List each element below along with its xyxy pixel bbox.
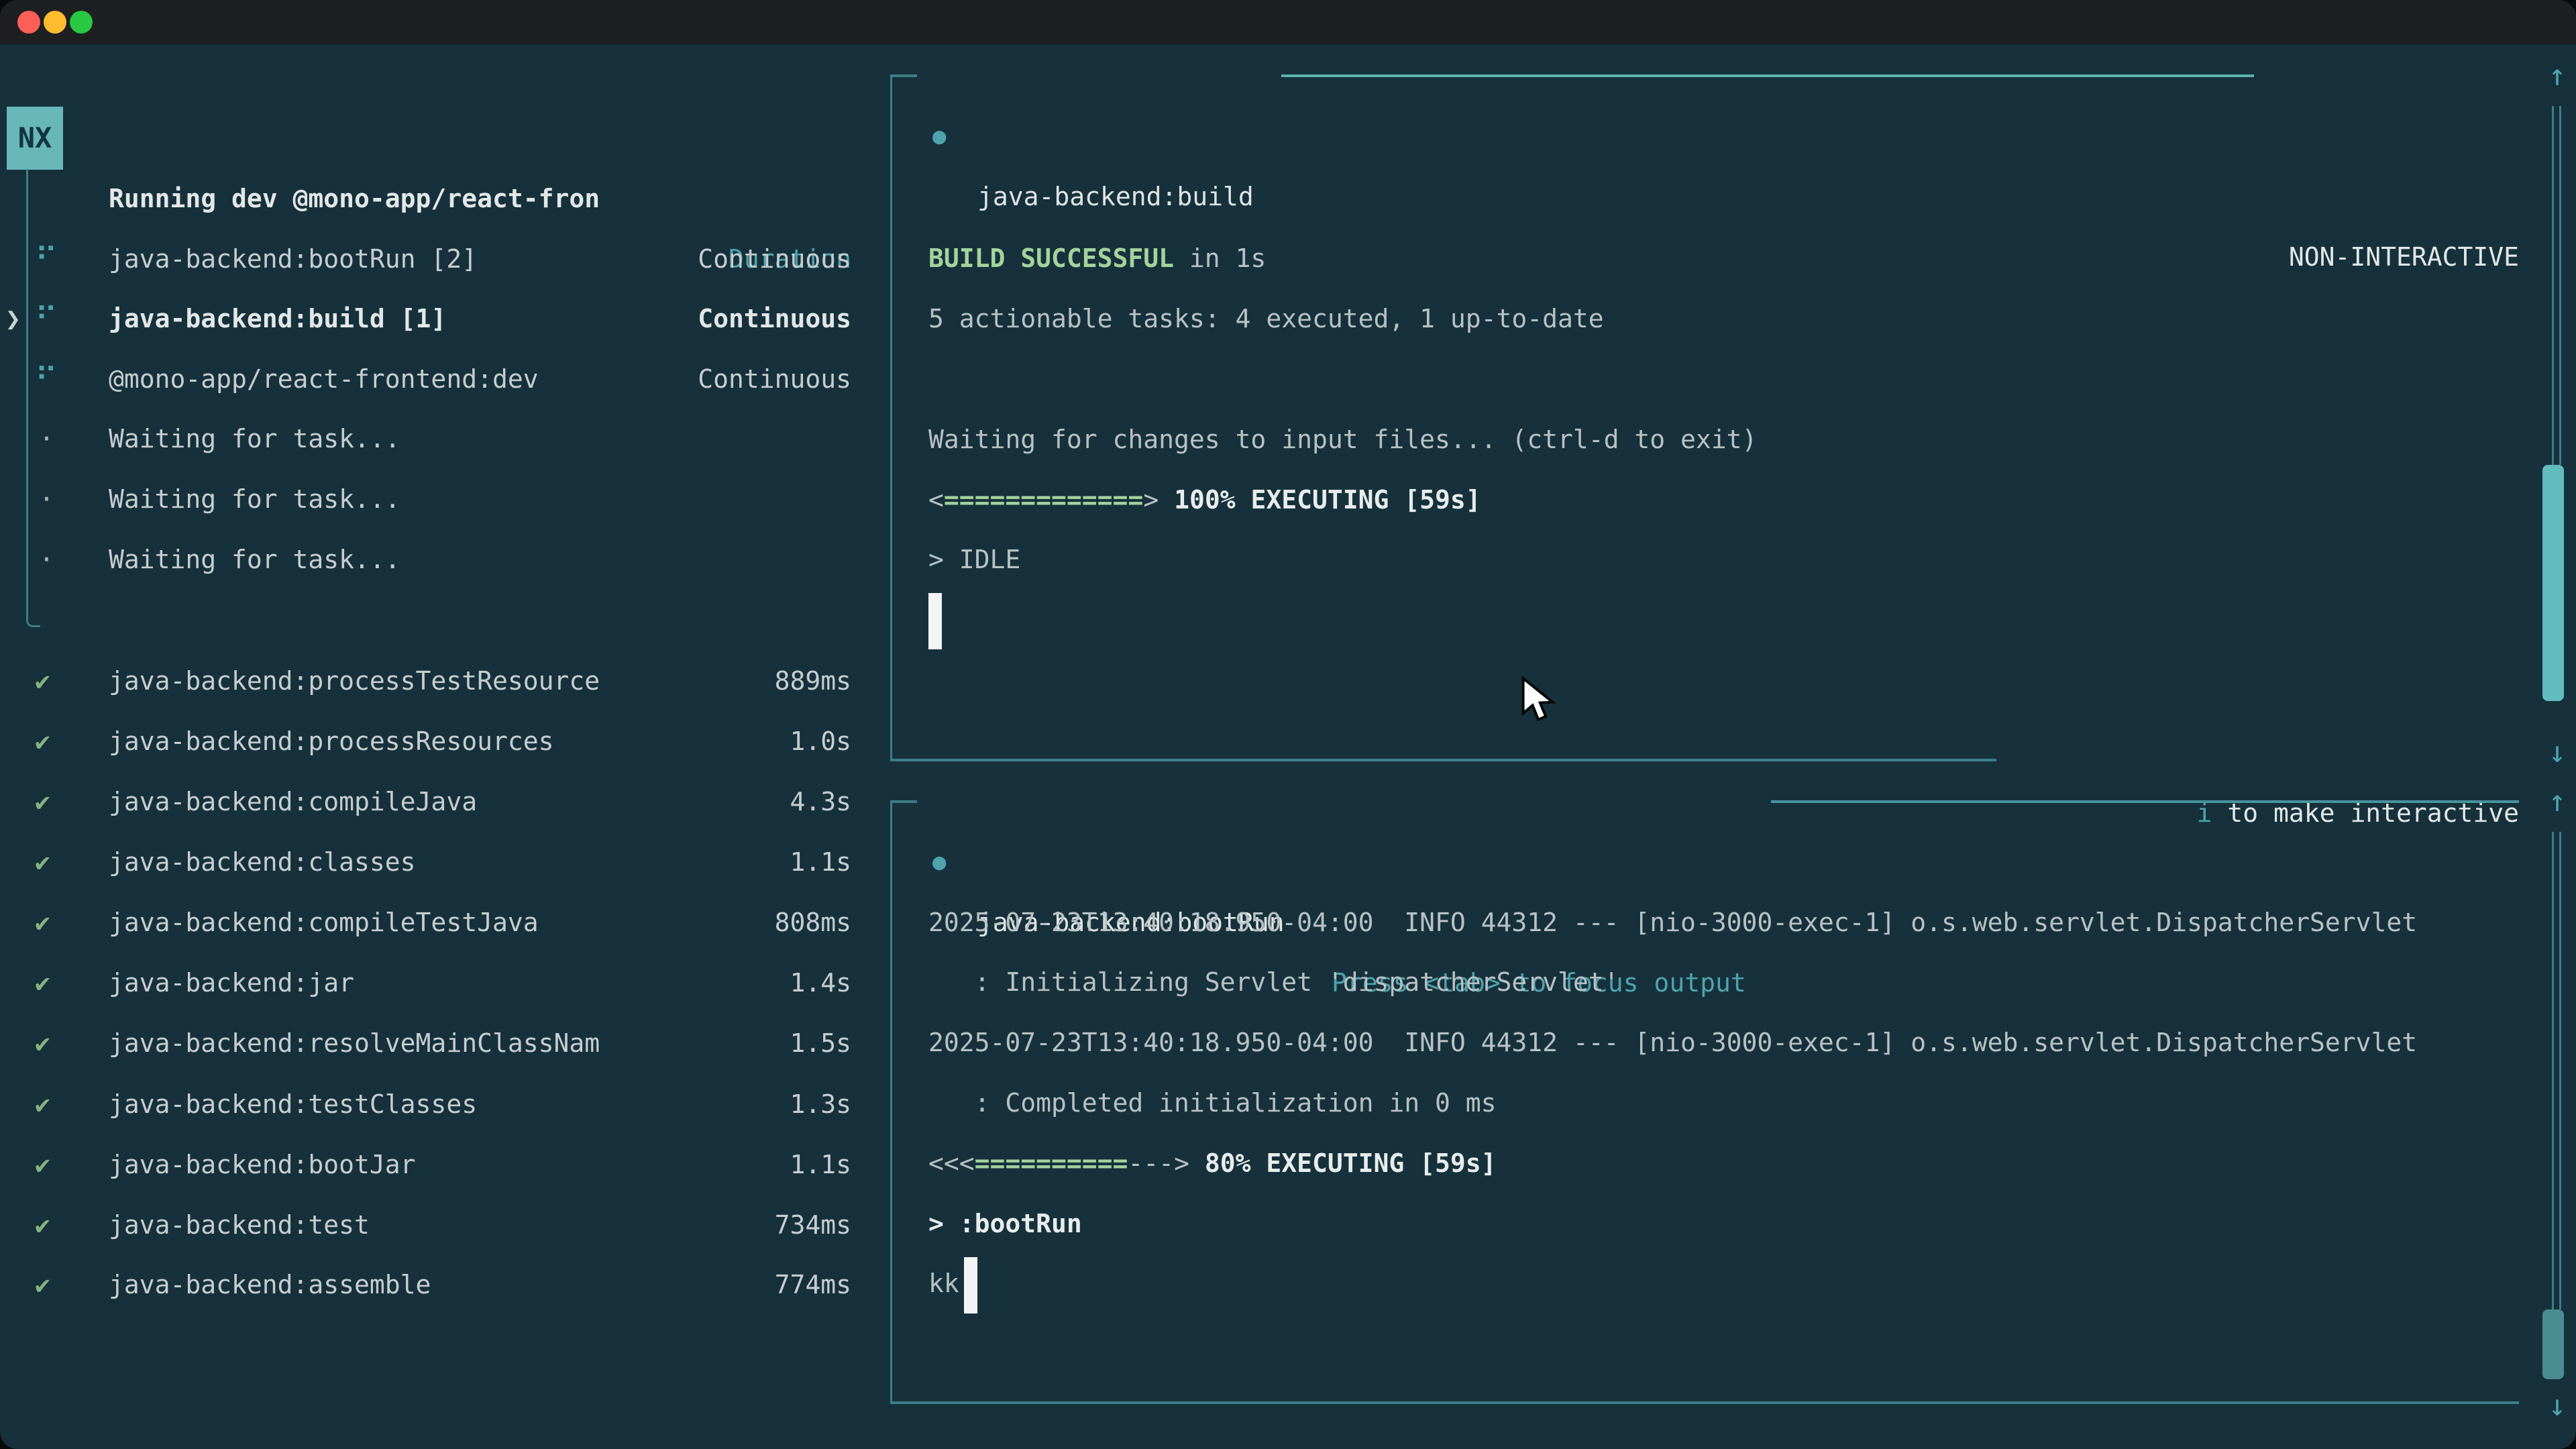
task-label: Waiting for task... <box>109 469 400 529</box>
mouse-cursor-icon <box>1520 676 1558 722</box>
task-label: java-backend:testClasses <box>109 1074 477 1134</box>
output-line: > IDLE <box>928 529 1020 590</box>
zoom-window-icon[interactable] <box>70 11 93 34</box>
task-row[interactable]: ✔ java-backend:test 734ms <box>0 1195 851 1255</box>
sidebar-footer: ← 1/2 → quit: q help: ? <box>0 1375 851 1436</box>
task-row[interactable]: ❯⠋java-backend:build [1]Continuous <box>0 288 851 349</box>
task-row[interactable]: ✔java-backend:resolveMainClassNam1.5s <box>0 1013 851 1073</box>
pane-border-left <box>890 74 919 760</box>
pane-border-left <box>890 800 919 1403</box>
task-row[interactable]: ✔ java-backend:testClasses 1.3s <box>0 1074 851 1134</box>
task-status: Continuous <box>698 349 851 409</box>
task-duration: 1.4s <box>790 953 851 1013</box>
task-row[interactable]: · Waiting for task... <box>0 529 851 590</box>
task-row[interactable]: ⠋java-backend:bootRun [2]Continuous <box>0 229 851 289</box>
output-line: <=============> 100% EXECUTING [59s] <box>928 470 1481 530</box>
task-label: java-backend:processTestResource <box>109 651 600 711</box>
output-line: : Completed initialization in 0 ms <box>928 1073 1496 1133</box>
spinner-icon: ⠋ <box>35 349 58 409</box>
task-duration: 1.1s <box>790 1134 851 1195</box>
task-label: Waiting for task... <box>109 409 400 469</box>
scrollbar-track[interactable] <box>2552 832 2561 1309</box>
task-row[interactable]: ✔java-backend:jar1.4s <box>0 953 851 1013</box>
scrollbar-track[interactable] <box>2552 106 2561 465</box>
output-line: BUILD SUCCESSFUL in 1s <box>928 228 1266 288</box>
check-icon: ✔ <box>35 1134 50 1195</box>
task-duration: 889ms <box>775 651 851 711</box>
scroll-down-button[interactable]: ↓ <box>2538 1376 2576 1436</box>
task-label: java-backend:resolveMainClassNam <box>109 1013 600 1073</box>
task-status: Continuous <box>698 288 851 349</box>
task-status-bullet-icon: ● <box>932 832 946 892</box>
task-status-bullet-icon: ● <box>932 106 946 166</box>
terminal-window: NX Running dev @mono-app/react-fron Dura… <box>0 0 2576 1449</box>
task-duration: 1.1s <box>790 832 851 892</box>
task-row[interactable]: ✔java-backend:compileTestJava808ms <box>0 892 851 953</box>
window-titlebar <box>0 0 2576 44</box>
pane-border-bottom <box>890 1401 2519 1404</box>
close-window-icon[interactable] <box>17 11 40 34</box>
task-row[interactable]: ✔java-backend:classes1.1s <box>0 832 851 892</box>
pane-title: java-backend:build <box>977 166 1254 227</box>
task-label: java-backend:build [1] <box>109 288 446 349</box>
task-duration: 1.3s <box>790 1074 851 1134</box>
check-icon: ✔ <box>35 1195 50 1255</box>
output-line: kk <box>928 1253 959 1313</box>
pending-dot-icon: · <box>39 529 54 590</box>
output-line: 2025-07-23T13:40:18.950-04:00 INFO 44312… <box>928 1012 2417 1073</box>
output-line: Waiting for changes to input files... (c… <box>928 409 1757 470</box>
check-icon: ✔ <box>35 651 50 711</box>
scrollbar-thumb[interactable] <box>2542 465 2564 701</box>
output-line: > :bootRun <box>928 1193 1082 1254</box>
output-line: <<<==========---> 80% EXECUTING [59s] <box>928 1133 1497 1193</box>
pending-dot-icon: · <box>39 409 54 469</box>
task-label: Waiting for task... <box>109 529 400 590</box>
terminal-cursor <box>964 1257 977 1313</box>
task-status: Continuous <box>698 229 851 289</box>
task-list-header: Running dev @mono-app/react-fron Duratio… <box>0 108 851 168</box>
non-interactive-badge: NON-INTERACTIVE <box>2289 227 2519 287</box>
task-label: @mono-app/react-frontend:dev <box>109 349 539 409</box>
task-label: java-backend:jar <box>109 953 354 1013</box>
task-row[interactable]: ✔ java-backend:processTestResource 889ms <box>0 651 851 711</box>
pending-dot-icon: · <box>39 469 54 529</box>
minimize-window-icon[interactable] <box>44 11 66 34</box>
scrollbar-thumb[interactable] <box>2542 1309 2564 1379</box>
task-duration: 734ms <box>775 1195 851 1255</box>
task-list-title: Running dev @mono-app/react-fron <box>109 168 600 229</box>
pane-header-divider <box>1281 74 2254 77</box>
scroll-up-button[interactable]: ↑ <box>2538 46 2576 106</box>
task-duration: 808ms <box>775 892 851 953</box>
task-duration: 774ms <box>775 1254 851 1315</box>
output-line: 2025-07-23T13:40:18.950-04:00 INFO 44312… <box>928 892 2417 953</box>
pager: ← 1/2 → <box>23 1436 130 1449</box>
task-label: java-backend:classes <box>109 832 416 892</box>
task-row[interactable]: ✔ java-backend:assemble 774ms <box>0 1254 851 1315</box>
task-row[interactable]: ✔ java-backend:bootJar 1.1s <box>0 1134 851 1195</box>
check-icon: ✔ <box>35 1074 50 1134</box>
scroll-up-button[interactable]: ↑ <box>2538 771 2576 832</box>
task-label: java-backend:test <box>109 1195 370 1255</box>
task-duration: 1.5s <box>790 1013 851 1073</box>
check-icon: ✔ <box>35 1254 50 1315</box>
output-line: 5 actionable tasks: 4 executed, 1 up-to-… <box>928 288 1604 349</box>
output-line: : Initializing Servlet 'dispatcherServle… <box>928 952 1619 1012</box>
terminal-cursor <box>928 593 942 649</box>
task-label: java-backend:bootRun [2] <box>109 229 477 289</box>
task-row[interactable]: ⠋ @mono-app/react-frontend:dev Continuous <box>0 349 851 409</box>
task-label: java-backend:bootJar <box>109 1134 416 1195</box>
task-row[interactable]: · Waiting for task... <box>0 469 851 529</box>
task-label: java-backend:compileTestJava <box>109 892 539 953</box>
pane-header-divider <box>1771 800 2519 803</box>
task-label: java-backend:assemble <box>109 1254 431 1315</box>
task-row[interactable]: · Waiting for task... <box>0 409 851 469</box>
